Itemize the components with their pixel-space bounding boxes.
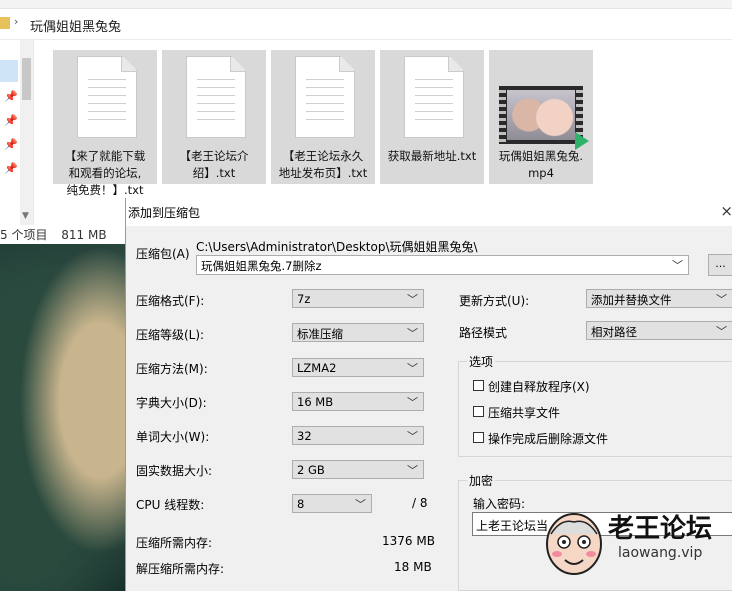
dialog-titlebar[interactable]: 添加到压缩包 × [126, 198, 732, 226]
word-select[interactable]: 32 ﹀ [292, 426, 424, 445]
desktop-background-photo [0, 244, 125, 591]
sfx-option-label[interactable]: 创建自释放程序(X) [488, 378, 590, 395]
video-thumbnail [499, 86, 589, 150]
pathmode-value: 相对路径 [591, 325, 637, 339]
word-value: 32 [297, 429, 312, 443]
file-item[interactable]: 玩偶姐姐黑兔兔. mp4 [489, 50, 593, 184]
chevron-down-icon[interactable]: ﹀ [407, 360, 418, 376]
chevron-down-icon[interactable]: ﹀ [407, 394, 418, 410]
close-icon[interactable]: × [720, 202, 732, 220]
chevron-right-icon[interactable]: › [14, 15, 18, 28]
file-item[interactable]: 获取最新地址.txt [380, 50, 484, 184]
password-label: 输入密码: [473, 497, 526, 511]
dialog-title: 添加到压缩包 [128, 206, 201, 220]
pathmode-select[interactable]: 相对路径 ﹀ [586, 321, 732, 340]
mem-compress-label: 压缩所需内存: [136, 536, 213, 550]
scrollbar-thumb[interactable] [22, 58, 31, 100]
text-file-icon [77, 56, 137, 138]
chevron-down-icon[interactable]: ﹀ [716, 291, 727, 307]
file-name: 【老王论坛永久 地址发布页】.txt [278, 149, 368, 180]
format-select[interactable]: 7z ﹀ [292, 289, 424, 308]
update-label: 更新方式(U): [459, 294, 530, 308]
update-select[interactable]: 添加并替换文件 ﹀ [586, 289, 732, 308]
method-label: 压缩方法(M): [136, 362, 208, 376]
solid-select[interactable]: 2 GB ﹀ [292, 460, 424, 479]
method-value: LZMA2 [297, 361, 337, 375]
pathmode-label: 路径模式 [459, 326, 508, 340]
file-item[interactable]: 【老王论坛永久 地址发布页】.txt [271, 50, 375, 184]
mem-compress-value: 1376 MB [382, 534, 435, 548]
password-value[interactable]: 上老王论坛当 [476, 517, 548, 534]
options-title: 选项 [467, 353, 496, 370]
nav-selected-item[interactable] [0, 60, 18, 82]
delete-source-option-label[interactable]: 操作完成后删除源文件 [488, 430, 608, 447]
mem-decompress-label: 解压缩所需内存: [136, 562, 225, 576]
word-label: 单词大小(W): [136, 430, 210, 444]
cpu-select[interactable]: 8 ﹀ [292, 494, 372, 513]
file-name: 【来了就能下载 和观看的论坛, 纯免费！】.txt [64, 149, 146, 197]
file-name: 玩偶姐姐黑兔兔. mp4 [498, 149, 584, 180]
pin-icon: 📌 [4, 162, 18, 175]
level-value: 标准压缩 [297, 327, 343, 341]
pin-icon: 📌 [4, 90, 18, 103]
text-file-icon [404, 56, 464, 138]
item-count: 5 个项目 [0, 228, 48, 242]
cpu-value: 8 [297, 497, 305, 511]
chevron-down-icon[interactable]: ﹀ [407, 462, 418, 478]
level-label: 压缩等级(L): [136, 328, 205, 342]
archive-name-combo[interactable]: 玩偶姐姐黑兔兔.7删除z ﹀ [196, 255, 689, 275]
level-select[interactable]: 标准压缩 ﹀ [292, 323, 424, 342]
sfx-checkbox[interactable] [473, 380, 484, 391]
archive-name-value[interactable]: 玩偶姐姐黑兔兔.7删除z [201, 258, 322, 274]
explorer-toolbar-strip [0, 0, 732, 9]
delete-source-checkbox[interactable] [473, 432, 484, 443]
chevron-down-icon[interactable]: ﹀ [672, 257, 683, 273]
total-size: 811 MB [61, 228, 107, 242]
text-file-icon [186, 56, 246, 138]
navigation-pane[interactable]: 📌 📌 📌 📌 ▼ [0, 40, 34, 225]
nav-scrollbar[interactable]: ▼ [20, 40, 33, 225]
folder-icon [0, 17, 10, 29]
archive-directory: C:\Users\Administrator\Desktop\玩偶姐姐黑兔兔\ [196, 240, 478, 254]
pin-icon: 📌 [4, 138, 18, 151]
file-name: 【老王论坛介 绍】.txt [179, 149, 249, 180]
watermark-text: 老王论坛 [608, 514, 713, 544]
file-name: 获取最新地址.txt [387, 149, 477, 163]
chevron-down-icon[interactable]: ﹀ [407, 428, 418, 444]
cpu-max: / 8 [412, 496, 428, 510]
dict-value: 16 MB [297, 395, 334, 409]
chevron-down-icon[interactable]: ﹀ [407, 291, 418, 307]
update-value: 添加并替换文件 [591, 293, 672, 307]
dict-label: 字典大小(D): [136, 396, 207, 410]
mem-decompress-value: 18 MB [394, 560, 432, 574]
encryption-title: 加密 [467, 472, 496, 489]
solid-value: 2 GB [297, 463, 325, 477]
file-item[interactable]: 【来了就能下载 和观看的论坛, 纯免费！】.txt [53, 50, 157, 197]
chevron-down-icon[interactable]: ﹀ [716, 323, 727, 339]
dict-select[interactable]: 16 MB ﹀ [292, 392, 424, 411]
address-bar[interactable]: › 玩偶姐姐黑兔兔 [0, 9, 732, 40]
file-item[interactable]: 【老王论坛介 绍】.txt [162, 50, 266, 184]
status-bar: 5 个项目 811 MB [0, 226, 125, 244]
archive-label: 压缩包(A) [136, 247, 190, 261]
format-label: 压缩格式(F): [136, 294, 205, 308]
watermark-mascot [546, 513, 602, 575]
breadcrumb-current-folder[interactable]: 玩偶姐姐黑兔兔 [30, 16, 121, 35]
cpu-label: CPU 线程数: [136, 498, 205, 512]
shared-option-label[interactable]: 压缩共享文件 [488, 404, 560, 421]
chevron-down-icon[interactable]: ﹀ [355, 496, 366, 512]
method-select[interactable]: LZMA2 ﹀ [292, 358, 424, 377]
solid-label: 固实数据大小: [136, 464, 213, 478]
format-value: 7z [297, 292, 311, 306]
browse-button[interactable]: ... [708, 254, 732, 276]
pin-icon: 📌 [4, 114, 18, 127]
shared-checkbox[interactable] [473, 406, 484, 417]
chevron-down-icon[interactable]: ﹀ [407, 325, 418, 341]
text-file-icon [295, 56, 355, 138]
watermark-url: laowang.vip [618, 545, 703, 561]
scroll-down-icon[interactable]: ▼ [22, 211, 29, 221]
